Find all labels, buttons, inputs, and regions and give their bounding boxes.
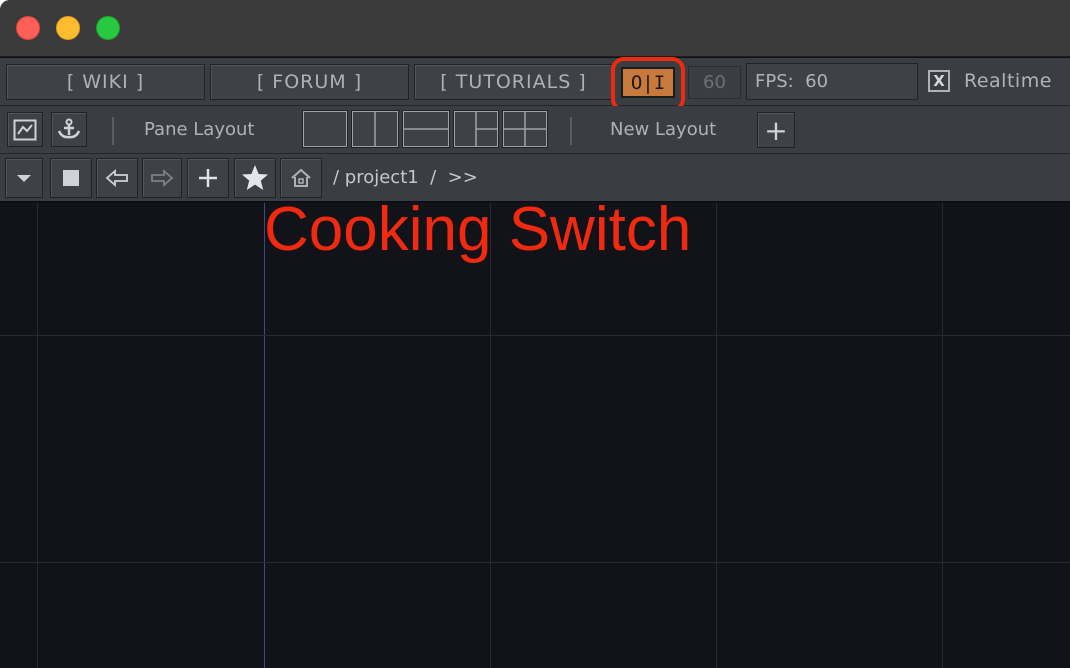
wiki-button[interactable]: [ WIKI ]	[6, 64, 205, 100]
grid-line	[716, 203, 717, 668]
plus-icon	[199, 169, 217, 187]
realtime-label: Realtime	[964, 70, 1052, 92]
pane-menu-button[interactable]	[5, 158, 43, 198]
layout-single-button[interactable]	[302, 110, 348, 148]
fps-display: FPS: 60	[746, 63, 918, 100]
network-path-breadcrumb[interactable]: / project1 / >>	[333, 167, 478, 188]
forward-arrow-icon	[151, 169, 174, 187]
layout-vertical-split-icon	[352, 111, 398, 147]
fps-setting-field[interactable]: 60	[688, 66, 741, 99]
close-window-button[interactable]	[16, 16, 40, 40]
layout-three-pane-icon	[454, 111, 498, 147]
toolbar-separator	[570, 117, 572, 145]
title-bar	[0, 0, 1070, 57]
layout-quad-icon	[503, 111, 547, 147]
back-button[interactable]	[96, 158, 138, 198]
cooking-switch-button[interactable]: O|I	[621, 67, 675, 98]
layout-three-pane-button[interactable]	[453, 110, 499, 148]
star-icon	[242, 165, 268, 190]
back-arrow-icon	[105, 169, 128, 187]
layout-horizontal-split-button[interactable]	[402, 110, 450, 148]
grid-line	[942, 203, 943, 668]
grid-line	[37, 203, 38, 668]
layout-single-icon	[303, 111, 347, 147]
toolbar-separator	[112, 117, 114, 145]
forum-button[interactable]: [ FORUM ]	[210, 64, 409, 100]
grid-line	[490, 203, 491, 668]
grid-origin-line	[264, 203, 265, 668]
dropdown-arrow-icon	[17, 175, 31, 182]
network-editor-canvas[interactable]	[0, 203, 1070, 668]
minimize-window-button[interactable]	[56, 16, 80, 40]
pane-layout-label: Pane Layout	[144, 119, 255, 140]
home-button[interactable]	[280, 158, 322, 198]
favorites-button[interactable]	[234, 158, 276, 198]
layout-quad-button[interactable]	[502, 110, 548, 148]
app-window: [ WIKI ] [ FORUM ] [ TUTORIALS ] O|I 60 …	[0, 0, 1070, 668]
layout-vertical-split-button[interactable]	[351, 110, 399, 148]
layout-horizontal-split-icon	[403, 111, 449, 147]
stop-icon	[63, 170, 79, 186]
new-layout-label: New Layout	[610, 119, 717, 140]
viewer-button[interactable]	[7, 112, 43, 147]
cooking-switch-annotation: Cooking Switch	[264, 195, 692, 264]
forward-button[interactable]	[142, 158, 182, 198]
grid-line	[0, 562, 1070, 563]
tutorials-button[interactable]: [ TUTORIALS ]	[414, 64, 613, 100]
maximize-window-button[interactable]	[96, 16, 120, 40]
new-layout-add-button[interactable]: +	[757, 112, 795, 148]
add-button[interactable]	[187, 158, 229, 198]
grid-line	[0, 335, 1070, 336]
viewer-icon	[13, 119, 37, 140]
home-icon	[291, 168, 311, 187]
stop-button[interactable]	[50, 158, 92, 198]
realtime-checkbox[interactable]: X	[928, 70, 950, 92]
anchor-button[interactable]	[51, 112, 87, 147]
anchor-icon	[57, 118, 81, 138]
